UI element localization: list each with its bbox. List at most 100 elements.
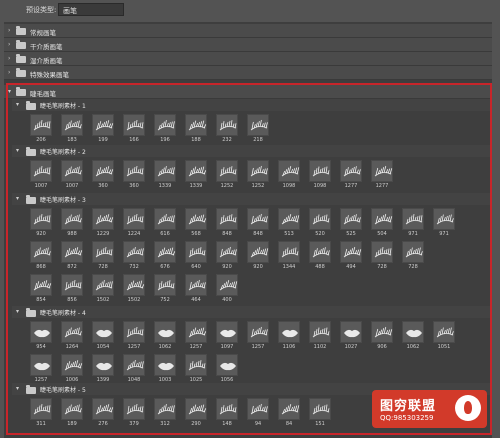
brush-preset-tile[interactable] bbox=[61, 398, 83, 420]
brush-preset-tile[interactable] bbox=[92, 398, 114, 420]
brush-preset-tile[interactable] bbox=[402, 321, 424, 343]
brush-preset-tile[interactable] bbox=[30, 354, 52, 376]
brush-preset-tile[interactable] bbox=[154, 241, 176, 263]
brush-preset-tile[interactable] bbox=[278, 241, 300, 263]
chevron-down-icon[interactable]: ▾ bbox=[16, 195, 19, 202]
brush-preset-tile[interactable] bbox=[154, 274, 176, 296]
brush-preset-tile[interactable] bbox=[247, 241, 269, 263]
brush-preset-tile[interactable] bbox=[433, 208, 455, 230]
brush-preset-tile[interactable] bbox=[123, 354, 145, 376]
brush-preset-tile[interactable] bbox=[247, 321, 269, 343]
brush-preset-tile[interactable] bbox=[30, 274, 52, 296]
brush-preset-tile[interactable] bbox=[309, 160, 331, 182]
brush-preset-tile[interactable] bbox=[185, 398, 207, 420]
brush-subgroup-3[interactable]: ▾ 睫毛笔刷素材 - 3 bbox=[12, 193, 490, 205]
brush-preset-tile[interactable] bbox=[123, 274, 145, 296]
brush-preset-tile[interactable] bbox=[123, 241, 145, 263]
brush-preset-tile[interactable] bbox=[340, 241, 362, 263]
brush-preset-tile[interactable] bbox=[154, 160, 176, 182]
brush-preset-tile[interactable] bbox=[30, 160, 52, 182]
brush-preset-tile[interactable] bbox=[123, 160, 145, 182]
chevron-right-icon[interactable]: › bbox=[8, 69, 10, 76]
brush-preset-tile[interactable] bbox=[216, 274, 238, 296]
brush-preset-tile[interactable] bbox=[216, 114, 238, 136]
brush-preset-tile[interactable] bbox=[216, 208, 238, 230]
brush-preset-tile[interactable] bbox=[340, 208, 362, 230]
chevron-right-icon[interactable]: › bbox=[8, 55, 10, 62]
brush-preset-tile[interactable] bbox=[216, 398, 238, 420]
brush-preset-tile[interactable] bbox=[30, 114, 52, 136]
brush-preset-tile[interactable] bbox=[247, 398, 269, 420]
brush-preset-tile[interactable] bbox=[30, 398, 52, 420]
brush-preset-tile[interactable] bbox=[309, 398, 331, 420]
brush-preset-tile[interactable] bbox=[340, 160, 362, 182]
brush-preset-tile[interactable] bbox=[185, 321, 207, 343]
brush-preset-tile[interactable] bbox=[92, 241, 114, 263]
brush-preset-tile[interactable] bbox=[309, 208, 331, 230]
brush-preset-tile[interactable] bbox=[30, 321, 52, 343]
brush-group-3[interactable]: › 湿介质画笔 bbox=[4, 52, 492, 66]
brush-preset-tile[interactable] bbox=[61, 354, 83, 376]
brush-preset-tile[interactable] bbox=[61, 114, 83, 136]
brush-preset-tile[interactable] bbox=[154, 114, 176, 136]
brush-preset-tile[interactable] bbox=[61, 274, 83, 296]
brush-preset-tile[interactable] bbox=[92, 160, 114, 182]
brush-preset-tile[interactable] bbox=[216, 321, 238, 343]
brush-subgroup-2[interactable]: ▾ 睫毛笔刷素材 - 2 bbox=[12, 145, 490, 157]
brush-preset-tile[interactable] bbox=[371, 241, 393, 263]
brush-preset-tile[interactable] bbox=[92, 354, 114, 376]
brush-preset-tile[interactable] bbox=[154, 321, 176, 343]
brush-preset-tile[interactable] bbox=[278, 208, 300, 230]
brush-preset-tile[interactable] bbox=[123, 114, 145, 136]
brush-group-1[interactable]: › 常规画笔 bbox=[4, 24, 492, 38]
preset-type-select[interactable]: 画笔 ⌄ bbox=[58, 3, 124, 16]
brush-preset-tile[interactable] bbox=[309, 321, 331, 343]
brush-group-2[interactable]: › 干介质画笔 bbox=[4, 38, 492, 52]
brush-preset-tile[interactable] bbox=[185, 274, 207, 296]
brush-subgroup-4[interactable]: ▾ 睫毛笔刷素材 - 4 bbox=[12, 306, 490, 318]
brush-preset-tile[interactable] bbox=[247, 114, 269, 136]
chevron-right-icon[interactable]: › bbox=[8, 27, 10, 34]
chevron-right-icon[interactable]: › bbox=[8, 41, 10, 48]
brush-preset-tile[interactable] bbox=[154, 208, 176, 230]
brush-preset-tile[interactable] bbox=[92, 274, 114, 296]
brush-preset-tile[interactable] bbox=[371, 208, 393, 230]
brush-preset-tile[interactable] bbox=[402, 208, 424, 230]
brush-preset-tile[interactable] bbox=[247, 160, 269, 182]
brush-preset-tile[interactable] bbox=[185, 114, 207, 136]
chevron-down-icon[interactable]: ▾ bbox=[16, 147, 19, 154]
brush-preset-tile[interactable] bbox=[216, 354, 238, 376]
brush-preset-tile[interactable] bbox=[309, 241, 331, 263]
brush-preset-tile[interactable] bbox=[278, 321, 300, 343]
brush-preset-tile[interactable] bbox=[61, 208, 83, 230]
brush-preset-tile[interactable] bbox=[92, 321, 114, 343]
brush-preset-tile[interactable] bbox=[30, 241, 52, 263]
brush-preset-tile[interactable] bbox=[278, 398, 300, 420]
brush-preset-tile[interactable] bbox=[123, 398, 145, 420]
brush-preset-tile[interactable] bbox=[185, 354, 207, 376]
brush-preset-tile[interactable] bbox=[185, 208, 207, 230]
brush-preset-tile[interactable] bbox=[216, 241, 238, 263]
brush-preset-tile[interactable] bbox=[154, 398, 176, 420]
brush-preset-tile[interactable] bbox=[123, 321, 145, 343]
brush-preset-tile[interactable] bbox=[154, 354, 176, 376]
brush-preset-tile[interactable] bbox=[61, 160, 83, 182]
chevron-down-icon[interactable]: ▾ bbox=[16, 308, 19, 315]
brush-preset-tile[interactable] bbox=[185, 160, 207, 182]
brush-preset-tile[interactable] bbox=[30, 208, 52, 230]
brush-preset-tile[interactable] bbox=[92, 208, 114, 230]
chevron-down-icon[interactable]: ▾ bbox=[16, 385, 19, 392]
brush-preset-tile[interactable] bbox=[340, 321, 362, 343]
brush-preset-tile[interactable] bbox=[61, 241, 83, 263]
brush-preset-tile[interactable] bbox=[371, 321, 393, 343]
brush-preset-tile[interactable] bbox=[92, 114, 114, 136]
brush-subgroup-1[interactable]: ▾ 睫毛笔刷素材 - 1 bbox=[12, 99, 490, 111]
brush-group-4[interactable]: › 特殊效果画笔 bbox=[4, 66, 492, 80]
chevron-down-icon[interactable]: ▾ bbox=[16, 101, 19, 108]
brush-preset-tile[interactable] bbox=[371, 160, 393, 182]
brush-preset-tile[interactable] bbox=[247, 208, 269, 230]
brush-preset-tile[interactable] bbox=[433, 321, 455, 343]
brush-preset-tile[interactable] bbox=[278, 160, 300, 182]
brush-preset-tile[interactable] bbox=[402, 241, 424, 263]
brush-preset-tile[interactable] bbox=[185, 241, 207, 263]
